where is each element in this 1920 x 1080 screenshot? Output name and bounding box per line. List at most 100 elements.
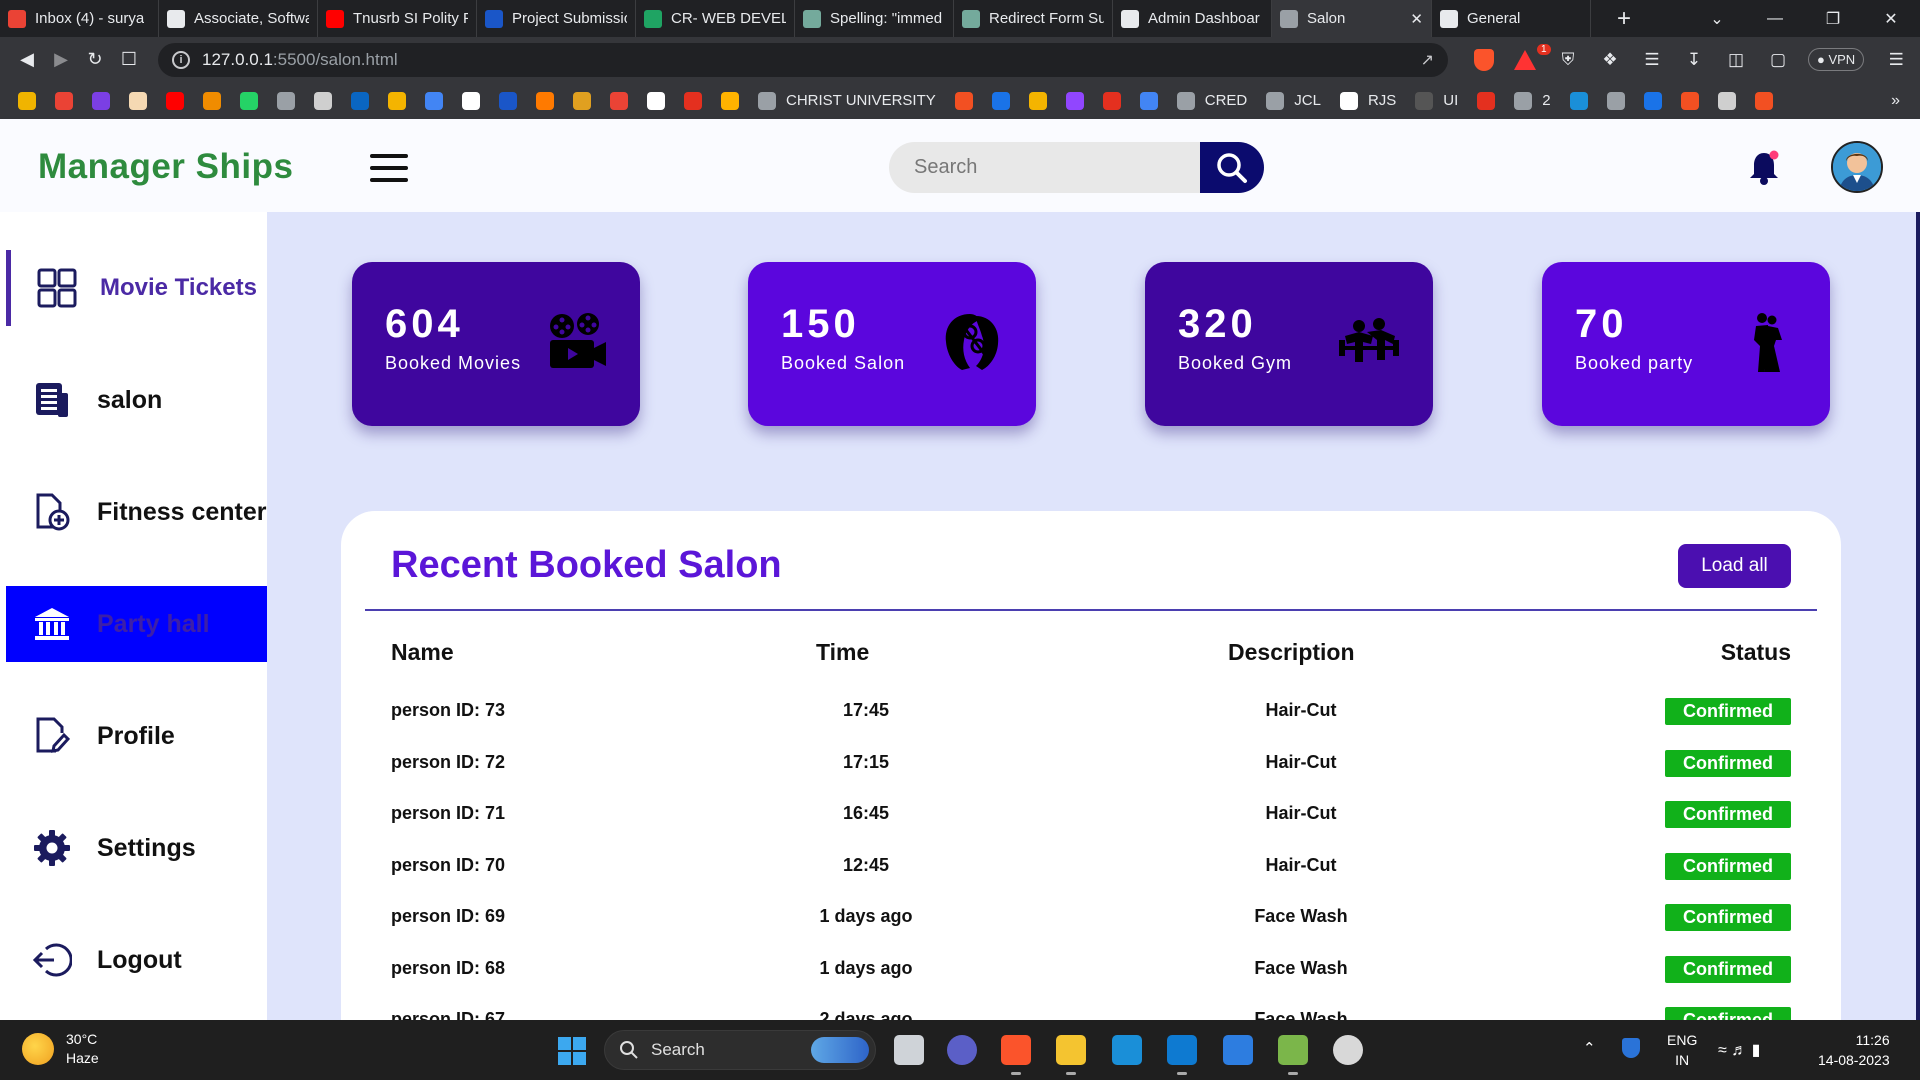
bookmark-item[interactable] [1139, 91, 1158, 110]
bookmark-item[interactable] [647, 91, 665, 110]
table-row[interactable]: person ID: 70 12:45 Hair-Cut Confirmed [341, 852, 1841, 906]
menu-icon[interactable]: ☰ [1886, 50, 1906, 70]
new-tab-icon[interactable]: + [1599, 5, 1649, 33]
language-indicator[interactable]: ENG IN [1667, 1030, 1697, 1070]
bookmark-item[interactable] [954, 91, 973, 110]
browser-tab[interactable]: Inbox (4) - surya [0, 0, 159, 37]
l-app-icon[interactable] [1112, 1035, 1142, 1065]
bookmark-item[interactable] [203, 91, 221, 110]
clock-app-icon[interactable] [1333, 1035, 1363, 1065]
bookmark-item[interactable] [1569, 91, 1588, 110]
bookmark-item[interactable]: UI [1415, 91, 1458, 110]
bookmark-item[interactable] [1643, 91, 1662, 110]
bookmark-item[interactable] [1754, 91, 1773, 110]
browser-tab[interactable]: Redirect Form Su [954, 0, 1113, 37]
share-icon[interactable]: ↗ [1421, 50, 1434, 70]
sidebar-toggle-icon[interactable]: ◫ [1726, 50, 1746, 70]
sidebar-item-logout[interactable]: Logout [6, 922, 267, 998]
bookmark-item[interactable] [721, 91, 739, 110]
table-row[interactable]: person ID: 67 2 days ago Face Wash Confirme… [341, 1007, 1841, 1020]
bookmark-icon[interactable]: ☐ [112, 49, 146, 70]
reload-icon[interactable]: ↻ [78, 49, 112, 70]
notepad-icon[interactable] [1278, 1035, 1308, 1075]
browser-tab[interactable]: Associate, Softwa [159, 0, 318, 37]
bookmark-item[interactable] [462, 91, 480, 110]
bookmark-item[interactable]: JCL [1266, 91, 1321, 110]
todo-icon[interactable] [1223, 1035, 1253, 1065]
bookmark-item[interactable] [1477, 91, 1496, 110]
file-explorer-icon[interactable] [1056, 1035, 1086, 1075]
clock[interactable]: 11:26 14-08-2023 [1818, 1030, 1890, 1070]
sidebar-item-profile[interactable]: Profile [6, 698, 267, 774]
chevron-up-icon[interactable]: ⌃ [1583, 1039, 1596, 1057]
wallet-icon[interactable]: ▢ [1768, 50, 1788, 70]
bookmark-item[interactable] [1680, 91, 1699, 110]
sidebar-item-movie-tickets[interactable]: Movie Tickets [6, 250, 267, 326]
browser-tab[interactable]: General [1432, 0, 1591, 37]
table-row[interactable]: person ID: 71 16:45 Hair-Cut Confirmed [341, 801, 1841, 854]
bookmark-item[interactable] [129, 91, 147, 110]
hamburger-menu-icon[interactable] [370, 154, 408, 182]
brave-rewards-icon[interactable]: 1 [1514, 43, 1551, 70]
bookmark-item[interactable] [684, 91, 702, 110]
bookmark-item[interactable] [18, 91, 36, 110]
stat-card-party[interactable]: 70 Booked party [1542, 262, 1830, 426]
back-icon[interactable]: ◀ [10, 49, 44, 70]
vscode-icon[interactable] [1167, 1035, 1197, 1075]
brave-browser-icon[interactable] [1001, 1035, 1031, 1075]
bookmark-item[interactable] [1606, 91, 1625, 110]
bookmark-item[interactable] [610, 91, 628, 110]
address-bar[interactable]: i 127.0.0.1:5500/salon.html ↗ [158, 42, 1448, 77]
bookmark-item[interactable] [166, 91, 184, 110]
browser-tab[interactable]: Project Submissio [477, 0, 636, 37]
site-info-icon[interactable]: i [172, 50, 190, 69]
browser-tab[interactable]: Admin Dashboar [1113, 0, 1272, 37]
forward-icon[interactable]: ▶ [44, 49, 78, 70]
stat-card-salon[interactable]: 150 Booked Salon [748, 262, 1036, 426]
stat-card-gym[interactable]: 320 Booked Gym [1145, 262, 1433, 426]
bookmark-item[interactable]: CHRIST UNIVERSITY [758, 91, 936, 110]
table-row[interactable]: person ID: 72 17:15 Hair-Cut Confirmed [341, 749, 1841, 803]
close-window-icon[interactable]: ✕ [1862, 9, 1920, 29]
bookmark-item[interactable] [1028, 91, 1047, 110]
bookmark-item[interactable] [92, 91, 110, 110]
table-row[interactable]: person ID: 68 1 days ago Face Wash Confirme… [341, 955, 1841, 1009]
tab-search-icon[interactable]: ⌄ [1688, 9, 1746, 29]
sidebar-item-party-hall[interactable]: Party hall [6, 586, 267, 662]
taskbar-search[interactable]: Search [604, 1030, 876, 1070]
task-view-icon[interactable] [894, 1035, 924, 1065]
close-tab-icon[interactable]: ✕ [1404, 10, 1423, 28]
bookmark-item[interactable] [991, 91, 1010, 110]
bookmark-item[interactable] [1102, 91, 1121, 110]
user-avatar[interactable] [1831, 141, 1883, 193]
bookmark-item[interactable] [499, 91, 517, 110]
browser-tab[interactable]: Spelling: "immed [795, 0, 954, 37]
sidebar-item-settings[interactable]: Settings [6, 810, 267, 886]
bookmark-item[interactable] [1717, 91, 1736, 110]
bookmark-item[interactable]: 2 [1514, 91, 1551, 110]
maximize-icon[interactable]: ❐ [1804, 9, 1862, 29]
download-icon[interactable]: ↧ [1684, 50, 1704, 70]
browser-tab[interactable]: Tnusrb SI Polity P [318, 0, 477, 37]
stat-card-movies[interactable]: 604 Booked Movies [352, 262, 640, 426]
windows-start-icon[interactable] [558, 1037, 586, 1065]
load-all-button[interactable]: Load all [1678, 544, 1791, 588]
notification-bell-icon[interactable] [1748, 150, 1780, 186]
brave-shields-icon[interactable] [1474, 48, 1494, 71]
scrollbar[interactable] [1916, 212, 1920, 1020]
bookmark-item[interactable] [425, 91, 443, 110]
weather-widget[interactable]: 30°C Haze [22, 1030, 99, 1068]
more-bookmarks-icon[interactable]: » [1891, 92, 1900, 110]
wifi-volume-battery-icons[interactable]: ≈ ♬ ▮ [1718, 1040, 1760, 1060]
bookmark-item[interactable] [240, 91, 258, 110]
app-logo[interactable]: Manager Ships [38, 147, 293, 187]
extensions-icon[interactable]: ❖ [1600, 50, 1620, 70]
bookmark-item[interactable] [573, 91, 591, 110]
bookmark-item[interactable]: CRED [1176, 91, 1247, 110]
bookmark-item[interactable] [1065, 91, 1084, 110]
bookmark-item[interactable] [277, 91, 295, 110]
bookmark-item[interactable] [351, 91, 369, 110]
browser-tab[interactable]: CR- WEB DEVELO [636, 0, 795, 37]
playlist-icon[interactable]: ☰ [1642, 50, 1662, 70]
bookmark-item[interactable] [314, 91, 332, 110]
